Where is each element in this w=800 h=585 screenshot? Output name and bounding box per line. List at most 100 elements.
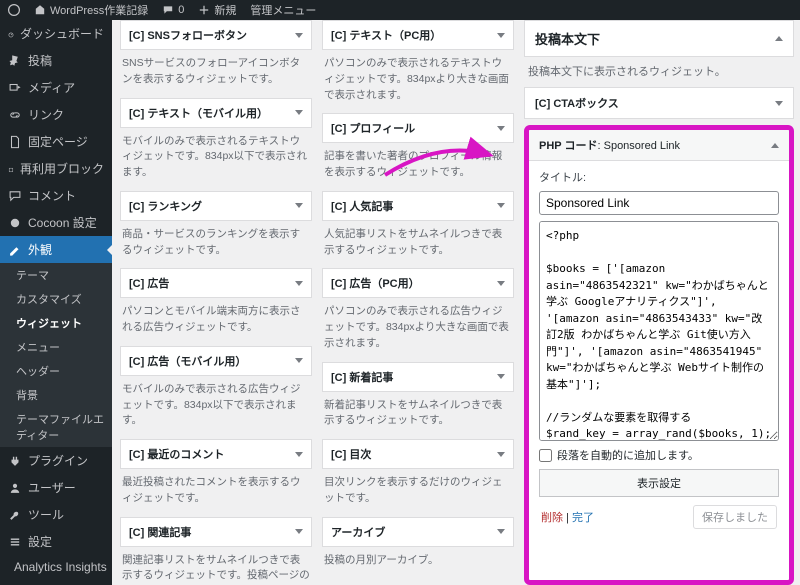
delete-link[interactable]: 削除 <box>541 512 563 524</box>
menu-links[interactable]: リンク <box>0 101 112 128</box>
tool-icon <box>8 508 22 522</box>
menu-comments[interactable]: コメント <box>0 182 112 209</box>
chevron-down-icon <box>775 101 783 106</box>
appearance-icon <box>8 243 22 257</box>
menu-users[interactable]: ユーザー <box>0 474 112 501</box>
chevron-down-icon <box>497 281 505 286</box>
link-icon <box>8 108 22 122</box>
widget-description: 商品・サービスのランキングを表示するウィジェットです。 <box>120 225 312 265</box>
widget-title: [C] 広告（PC用） <box>331 275 420 291</box>
widget-title: [C] テキスト（モバイル用） <box>129 105 268 121</box>
widget-description: 人気記事リストをサムネイルつきで表示するウィジェットです。 <box>322 225 514 265</box>
user-icon <box>8 481 22 495</box>
dashboard-icon <box>8 27 14 41</box>
widget-editor-header[interactable]: PHP コード: Sponsored Link <box>529 130 789 161</box>
chevron-down-icon <box>295 203 303 208</box>
available-widget[interactable]: [C] テキスト（モバイル用） <box>120 98 312 128</box>
widget-description: SNSサービスのフォローアイコンボタンを表示するウィジェットです。 <box>120 54 312 94</box>
available-widget[interactable]: [C] 関連記事 <box>120 517 312 547</box>
chevron-down-icon <box>295 110 303 115</box>
chevron-down-icon <box>295 358 303 363</box>
new-content[interactable]: 新規 <box>198 2 236 18</box>
submenu-menus[interactable]: メニュー <box>0 335 112 359</box>
menu-analytics[interactable]: Analytics Insights <box>0 555 112 579</box>
site-title[interactable]: WordPress作業記録 <box>34 2 148 18</box>
widget-title: [C] 人気記事 <box>331 198 393 214</box>
settings-icon <box>8 535 22 549</box>
done-link[interactable]: 完了 <box>572 512 594 524</box>
chevron-down-icon <box>497 529 505 534</box>
chevron-down-icon <box>295 452 303 457</box>
submenu-themes[interactable]: テーマ <box>0 263 112 287</box>
media-icon <box>8 81 22 95</box>
submenu-widgets[interactable]: ウィジェット <box>0 311 112 335</box>
autop-checkbox[interactable] <box>539 449 552 462</box>
available-widgets: [C] SNSフォローボタン SNSサービスのフォローアイコンボタンを表示するウィ… <box>120 20 514 585</box>
available-widget[interactable]: [C] 人気記事 <box>322 191 514 221</box>
submenu-theme-editor[interactable]: テーマファイルエディター <box>0 407 112 447</box>
sidebar-area-desc: 投稿本文下に表示されるウィジェット。 <box>524 57 794 87</box>
admin-menu-link[interactable]: 管理メニュー <box>250 2 316 18</box>
widget-title: アーカイブ <box>331 524 385 540</box>
title-label: タイトル: <box>539 169 779 185</box>
widget-cta-box[interactable]: [C] CTAボックス <box>524 87 794 119</box>
available-widget[interactable]: アーカイブ <box>322 517 514 547</box>
widget-title: [C] SNSフォローボタン <box>129 27 247 43</box>
menu-posts[interactable]: 投稿 <box>0 47 112 74</box>
chevron-down-icon <box>497 126 505 131</box>
menu-cocoon[interactable]: Cocoon 設定 <box>0 209 112 236</box>
admin-bar: WordPress作業記録 0 新規 管理メニュー <box>0 0 800 20</box>
available-widget[interactable]: [C] SNSフォローボタン <box>120 20 312 50</box>
available-widget[interactable]: [C] ランキング <box>120 191 312 221</box>
menu-appearance[interactable]: 外観 <box>0 236 112 263</box>
widget-description: 記事を書いた著者のプロフィール情報を表示するウィジェットです。 <box>322 147 514 187</box>
display-settings-button[interactable]: 表示設定 <box>539 469 779 497</box>
submenu-customize[interactable]: カスタマイズ <box>0 287 112 311</box>
chevron-up-icon <box>775 36 783 41</box>
available-widget[interactable]: [C] 最近のコメント <box>120 439 312 469</box>
widget-description: 新着記事リストをサムネイルつきで表示するウィジェットです。 <box>322 396 514 436</box>
widget-title: [C] 広告 <box>129 275 169 291</box>
sidebar-area-title[interactable]: 投稿本文下 <box>524 20 794 57</box>
widget-title: [C] 関連記事 <box>129 524 191 540</box>
widget-title: [C] 目次 <box>331 446 371 462</box>
widget-description: 目次リンクを表示するだけのウィジェットです。 <box>322 473 514 513</box>
widget-description: パソコンとモバイル端末両方に表示される広告ウィジェットです。 <box>120 302 312 342</box>
available-widget[interactable]: [C] 広告（モバイル用） <box>120 346 312 376</box>
menu-pages[interactable]: 固定ページ <box>0 128 112 155</box>
available-widget[interactable]: [C] 広告 <box>120 268 312 298</box>
widget-description: パソコンのみで表示される広告ウィジェットです。834pxより大きな画面で表示され… <box>322 302 514 357</box>
menu-plugins[interactable]: プラグイン <box>0 447 112 474</box>
widget-title-input[interactable] <box>539 191 779 215</box>
comment-icon <box>8 189 22 203</box>
available-widget[interactable]: [C] 新着記事 <box>322 362 514 392</box>
available-widget[interactable]: [C] 目次 <box>322 439 514 469</box>
menu-dashboard[interactable]: ダッシュボード <box>0 20 112 47</box>
plugin-icon <box>8 454 22 468</box>
chevron-down-icon <box>497 452 505 457</box>
widget-description: 関連記事リストをサムネイルつきで表示するウィジェットです。投稿ページのみで <box>120 551 312 585</box>
chevron-down-icon <box>295 281 303 286</box>
comments-count[interactable]: 0 <box>162 4 184 16</box>
submenu-header[interactable]: ヘッダー <box>0 359 112 383</box>
menu-tools[interactable]: ツール <box>0 501 112 528</box>
menu-media[interactable]: メディア <box>0 74 112 101</box>
page-icon <box>8 135 22 149</box>
chevron-down-icon <box>295 33 303 38</box>
available-widget[interactable]: [C] プロフィール <box>322 113 514 143</box>
widget-description: パソコンのみで表示されるテキストウィジェットです。834pxより大きな画面で表示… <box>322 54 514 109</box>
menu-settings[interactable]: 設定 <box>0 528 112 555</box>
sidebar-area-column: 投稿本文下 投稿本文下に表示されるウィジェット。 [C] CTAボックス PHP… <box>524 20 794 585</box>
admin-sidebar: ダッシュボード 投稿 メディア リンク 固定ページ 再利用ブロック コメント C… <box>0 20 112 585</box>
available-widget[interactable]: [C] テキスト（PC用） <box>322 20 514 50</box>
menu-reusable-blocks[interactable]: 再利用ブロック <box>0 155 112 182</box>
chevron-down-icon <box>497 33 505 38</box>
widgets-screen: [C] SNSフォローボタン SNSサービスのフォローアイコンボタンを表示するウィ… <box>112 20 800 585</box>
php-code-textarea[interactable]: <?php $books = ['[amazon asin="486354232… <box>539 221 779 441</box>
autop-label: 段落を自動的に追加します。 <box>557 447 699 463</box>
wp-logo[interactable] <box>8 4 20 16</box>
submenu-background[interactable]: 背景 <box>0 383 112 407</box>
pin-icon <box>8 54 22 68</box>
cocoon-icon <box>8 216 22 230</box>
available-widget[interactable]: [C] 広告（PC用） <box>322 268 514 298</box>
